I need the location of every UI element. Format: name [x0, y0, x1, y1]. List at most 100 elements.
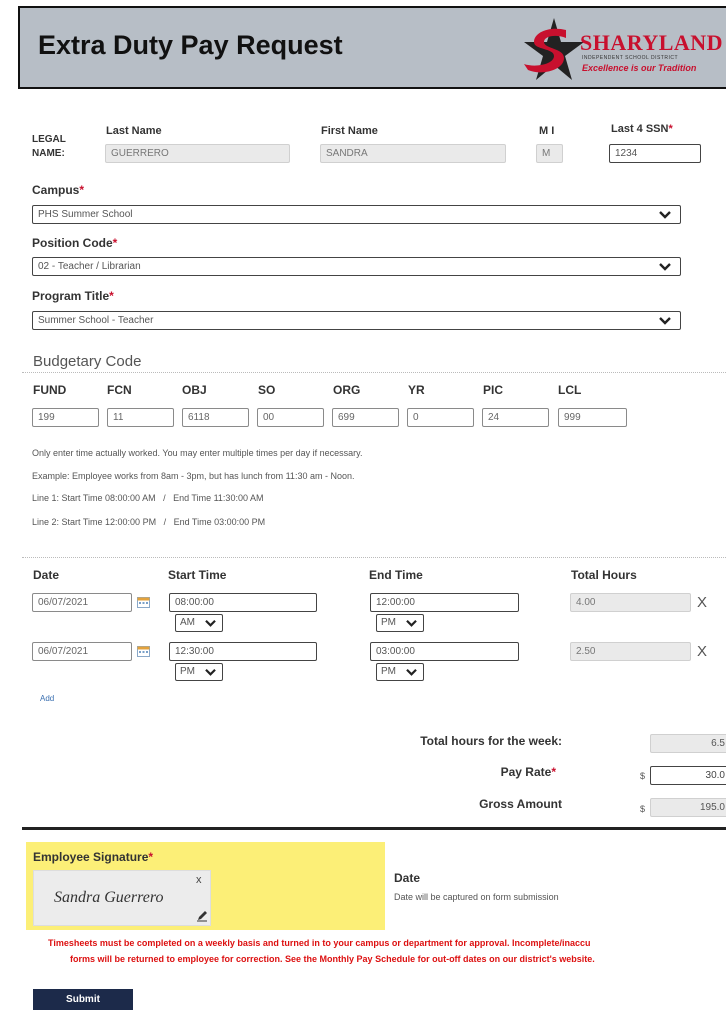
logo-subtitle: INDEPENDENT SCHOOL DISTRICT — [582, 55, 679, 61]
end-ampm-select[interactable]: PM — [376, 614, 424, 632]
date-label: Date — [394, 871, 421, 885]
page-header: Extra Duty Pay Request SHARYLAND INDEPEN… — [18, 6, 726, 89]
end-time-input[interactable]: 12:00:00 — [370, 593, 519, 612]
date-note: Date will be captured on form submission — [394, 892, 559, 902]
pay-rate-label: Pay Rate* — [420, 765, 556, 779]
clear-signature-icon[interactable]: x — [196, 874, 202, 886]
end-ampm-select[interactable]: PM — [376, 663, 424, 681]
chevron-down-icon — [406, 668, 417, 676]
section-separator — [22, 827, 726, 830]
position-code-select[interactable]: 02 - Teacher / Librarian — [32, 257, 681, 276]
section-divider — [22, 557, 726, 558]
budgetary-code-title: Budgetary Code — [33, 353, 142, 370]
start-time-column-header: Start Time — [168, 568, 227, 582]
program-title-label: Program Title* — [32, 289, 114, 303]
logo-name: SHARYLAND — [580, 30, 724, 55]
obj-label: OBJ — [182, 383, 207, 397]
required-marker: * — [148, 850, 154, 864]
signature-value: Sandra Guerrero — [54, 889, 164, 906]
ampm-value: AM — [180, 617, 195, 628]
fund-label: FUND — [33, 383, 67, 397]
chevron-down-icon — [205, 668, 216, 676]
chevron-down-icon — [205, 619, 216, 627]
section-divider — [22, 372, 726, 373]
add-row-link[interactable]: Add — [40, 694, 54, 703]
district-logo: SHARYLAND INDEPENDENT SCHOOL DISTRICT Ex… — [520, 18, 726, 84]
mi-field[interactable]: M — [536, 144, 563, 163]
end-time-input[interactable]: 03:00:00 — [370, 642, 519, 661]
first-name-field[interactable]: SANDRA — [320, 144, 506, 163]
required-marker: * — [668, 123, 673, 135]
ampm-value: PM — [180, 666, 195, 677]
yr-field[interactable]: 0 — [407, 408, 474, 427]
first-name-label: First Name — [321, 125, 378, 137]
lcl-field[interactable]: 999 — [558, 408, 627, 427]
date-input[interactable]: 06/07/2021 — [32, 593, 132, 612]
org-label: ORG — [333, 383, 361, 397]
ssn-label: Last 4 SSN* — [611, 123, 673, 135]
so-field[interactable]: 00 — [257, 408, 324, 427]
instruction-line: Line 2: Start Time 12:00:00 PM / End Tim… — [32, 517, 266, 527]
required-marker: * — [79, 183, 85, 197]
submit-button[interactable]: Submit — [33, 989, 133, 1010]
last-name-field[interactable]: GUERRERO — [105, 144, 290, 163]
yr-label: YR — [408, 383, 425, 397]
position-code-label: Position Code* — [32, 236, 117, 250]
org-field[interactable]: 699 — [332, 408, 399, 427]
program-title-select[interactable]: Summer School - Teacher — [32, 311, 681, 330]
start-ampm-select[interactable]: AM — [175, 614, 223, 632]
pen-icon — [197, 911, 207, 922]
chevron-down-icon — [659, 211, 671, 219]
calendar-icon[interactable] — [137, 645, 150, 657]
position-label-text: Position Code — [32, 236, 113, 250]
position-select-value: 02 - Teacher / Librarian — [38, 261, 141, 272]
pic-label: PIC — [483, 383, 504, 397]
remove-row-icon[interactable]: X — [697, 644, 707, 659]
instruction-line: Line 1: Start Time 08:00:00 AM / End Tim… — [32, 493, 264, 503]
pic-field[interactable]: 24 — [482, 408, 549, 427]
campus-select-value: PHS Summer School — [38, 209, 133, 220]
warning-line: Timesheets must be completed on a weekly… — [48, 938, 591, 948]
logo-motto: Excellence is our Tradition — [582, 63, 697, 73]
signature-label: Employee Signature* — [33, 850, 153, 864]
program-label-text: Program Title — [32, 289, 110, 303]
date-input[interactable]: 06/07/2021 — [32, 642, 132, 661]
obj-field[interactable]: 6118 — [182, 408, 249, 427]
instruction-line: Only enter time actually worked. You may… — [32, 448, 363, 458]
lcl-label: LCL — [558, 383, 582, 397]
gross-amount-field: 195.0 — [650, 798, 726, 817]
fcn-label: FCN — [107, 383, 132, 397]
calendar-icon[interactable] — [137, 596, 150, 608]
legal-label-line2: NAME: — [32, 148, 65, 159]
ampm-value: PM — [381, 666, 396, 677]
chevron-down-icon — [659, 263, 671, 271]
pay-rate-field[interactable]: 30.0 — [650, 766, 726, 785]
signature-pad[interactable]: Sandra Guerrero x — [33, 870, 211, 926]
gross-amount-label: Gross Amount — [479, 797, 562, 811]
pay-rate-label-text: Pay Rate — [500, 765, 552, 779]
fcn-field[interactable]: 11 — [107, 408, 174, 427]
ssn-label-text: Last 4 SSN — [611, 123, 669, 135]
legal-label-line1: LEGAL — [32, 134, 66, 145]
total-hours-field: 4.00 — [570, 593, 691, 612]
ssn-field[interactable]: 1234 — [609, 144, 701, 163]
required-marker: * — [109, 289, 114, 303]
currency-symbol: $ — [640, 804, 646, 814]
warning-line: forms will be returned to employee for c… — [70, 954, 595, 964]
week-total-label: Total hours for the week: — [420, 734, 562, 748]
ampm-value: PM — [381, 617, 396, 628]
required-marker: * — [112, 236, 118, 250]
chevron-down-icon — [406, 619, 417, 627]
instruction-line: Example: Employee works from 8am - 3pm, … — [32, 471, 355, 481]
campus-label: Campus* — [32, 183, 84, 197]
star-logo-icon — [524, 18, 584, 80]
campus-label-text: Campus — [32, 183, 80, 197]
start-ampm-select[interactable]: PM — [175, 663, 223, 681]
remove-row-icon[interactable]: X — [697, 595, 707, 610]
page-title: Extra Duty Pay Request — [38, 30, 343, 60]
start-time-input[interactable]: 12:30:00 — [169, 642, 317, 661]
fund-field[interactable]: 199 — [32, 408, 99, 427]
start-time-input[interactable]: 08:00:00 — [169, 593, 317, 612]
campus-select[interactable]: PHS Summer School — [32, 205, 681, 224]
mi-label: M I — [539, 125, 555, 137]
